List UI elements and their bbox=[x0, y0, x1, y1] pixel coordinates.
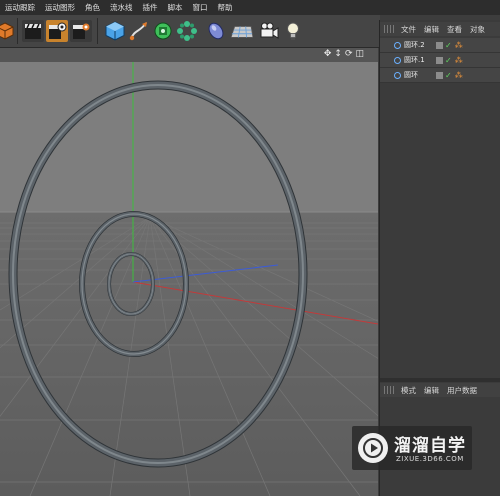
clapper-motion-icon[interactable] bbox=[70, 20, 92, 42]
watermark-url: ZIXUE.3D66.COM bbox=[396, 455, 464, 463]
phong-tag-icon[interactable]: ⁂ bbox=[455, 56, 463, 65]
object-row[interactable]: 圆环.2 ✓ ⁂ bbox=[380, 38, 500, 53]
object-flags: ✓ bbox=[436, 71, 452, 79]
object-row[interactable]: 圆环 ✓ ⁂ bbox=[380, 68, 500, 83]
viewport-header: ✥ ↕ ⟳ ◫ bbox=[0, 48, 378, 62]
panel-grip-icon[interactable] bbox=[384, 386, 394, 394]
panel-divider[interactable] bbox=[380, 378, 500, 382]
visibility-flag-icon[interactable] bbox=[436, 71, 443, 79]
am-menu-mode[interactable]: 模式 bbox=[398, 385, 421, 396]
menu-item-pipeline[interactable]: 流水线 bbox=[105, 2, 138, 13]
object-manager-menu: 文件 编辑 查看 对象 bbox=[380, 22, 500, 36]
object-name[interactable]: 圆环.2 bbox=[404, 40, 436, 50]
object-list: 圆环.2 ✓ ⁂ 圆环.1 ✓ ⁂ 圆环 ✓ ⁂ bbox=[380, 38, 500, 83]
menu-item-script[interactable]: 脚本 bbox=[163, 2, 188, 13]
am-menu-user-data[interactable]: 用户数据 bbox=[444, 385, 482, 396]
right-panel: 文件 编辑 查看 对象 圆环.2 ✓ ⁂ 圆环.1 ✓ ⁂ 圆环 ✓ ⁂ 模式 … bbox=[379, 20, 500, 496]
object-flags: ✓ bbox=[436, 56, 452, 64]
enabled-check-icon[interactable]: ✓ bbox=[445, 56, 452, 64]
floor-icon[interactable] bbox=[231, 20, 253, 42]
object-row[interactable]: 圆环.1 ✓ ⁂ bbox=[380, 53, 500, 68]
light-icon[interactable] bbox=[282, 20, 304, 42]
cube-icon[interactable] bbox=[0, 20, 16, 42]
toolbar-separator bbox=[17, 18, 18, 44]
viewport-nav-icons: ✥ ↕ ⟳ ◫ bbox=[324, 49, 364, 59]
visibility-flag-icon[interactable] bbox=[436, 56, 443, 64]
array-icon[interactable] bbox=[176, 20, 198, 42]
watermark: 溜溜自学 ZIXUE.3D66.COM bbox=[352, 426, 472, 470]
menu-item-plugins[interactable]: 插件 bbox=[138, 2, 163, 13]
phong-tag-icon[interactable]: ⁂ bbox=[455, 71, 463, 80]
clapper-icon[interactable] bbox=[22, 20, 44, 42]
torus-object-icon bbox=[394, 56, 401, 64]
torus-object-icon bbox=[394, 71, 401, 79]
viewport-3d[interactable] bbox=[0, 62, 378, 496]
menu-item-window[interactable]: 窗口 bbox=[188, 2, 213, 13]
rotate-icon[interactable]: ⟳ bbox=[345, 49, 353, 59]
toolbar-separator bbox=[97, 18, 98, 44]
move-icon[interactable]: ✥ bbox=[324, 49, 332, 59]
viewport-scene bbox=[0, 62, 378, 496]
main-toolbar bbox=[0, 15, 380, 48]
menu-bar: 运动跟踪 运动图形 角色 流水线 插件 脚本 窗口 帮助 bbox=[0, 0, 500, 15]
zoom-icon[interactable]: ↕ bbox=[334, 49, 342, 59]
torus-object-icon bbox=[394, 41, 401, 49]
object-name[interactable]: 圆环.1 bbox=[404, 55, 436, 65]
watermark-title: 溜溜自学 bbox=[394, 436, 466, 456]
enabled-check-icon[interactable]: ✓ bbox=[445, 41, 452, 49]
visibility-flag-icon[interactable] bbox=[436, 41, 443, 49]
deformer-icon[interactable] bbox=[205, 20, 227, 42]
object-flags: ✓ bbox=[436, 41, 452, 49]
om-menu-edit[interactable]: 编辑 bbox=[421, 24, 444, 35]
menu-item-motion-tracking[interactable]: 运动跟踪 bbox=[0, 2, 40, 13]
om-menu-objects[interactable]: 对象 bbox=[467, 24, 490, 35]
spline-pen-icon[interactable] bbox=[128, 20, 150, 42]
om-menu-file[interactable]: 文件 bbox=[398, 24, 421, 35]
clapper-gear-icon[interactable] bbox=[46, 20, 68, 42]
primitive-cube-icon[interactable] bbox=[104, 20, 126, 42]
viewport-floor bbox=[0, 212, 378, 496]
object-name[interactable]: 圆环 bbox=[404, 70, 436, 80]
menu-item-character[interactable]: 角色 bbox=[80, 2, 105, 13]
menu-item-mograph[interactable]: 运动图形 bbox=[40, 2, 80, 13]
play-logo-icon bbox=[358, 433, 388, 463]
nurbs-icon[interactable] bbox=[152, 20, 174, 42]
attribute-manager-menu: 模式 编辑 用户数据 bbox=[380, 383, 500, 397]
panel-grip-icon[interactable] bbox=[384, 25, 394, 33]
menu-item-help[interactable]: 帮助 bbox=[213, 2, 238, 13]
maximize-icon[interactable]: ◫ bbox=[355, 49, 364, 59]
om-menu-view[interactable]: 查看 bbox=[444, 24, 467, 35]
am-menu-edit[interactable]: 编辑 bbox=[421, 385, 444, 396]
phong-tag-icon[interactable]: ⁂ bbox=[455, 41, 463, 50]
camera-icon[interactable] bbox=[258, 20, 280, 42]
enabled-check-icon[interactable]: ✓ bbox=[445, 71, 452, 79]
